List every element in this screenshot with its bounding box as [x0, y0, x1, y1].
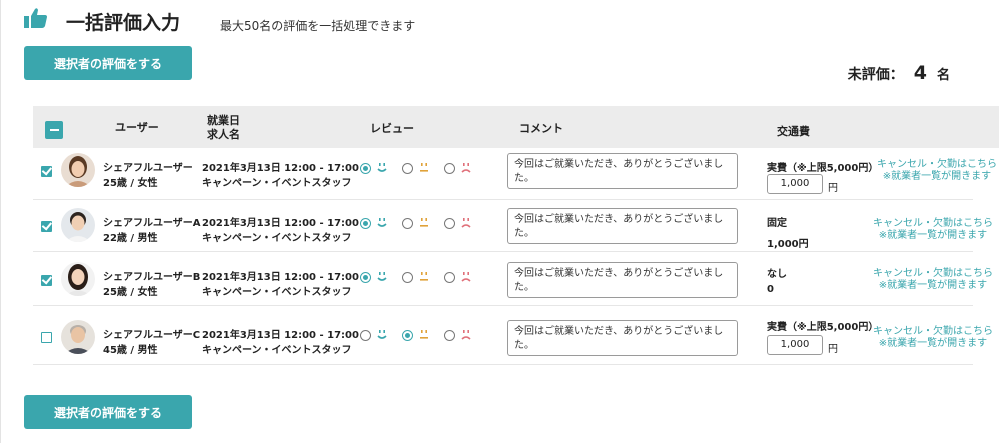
- review-bad-radio[interactable]: [444, 330, 455, 341]
- table-row: シェアフルユーザー 25歳 / 女性 2021年3月13日 12:00 - 17…: [33, 153, 997, 205]
- cancel-absence-link[interactable]: キャンセル・欠勤はこちら ※就業者一覧が開きます: [873, 218, 993, 242]
- comment-input[interactable]: 今回はご就業いただき、ありがとうございました。: [507, 153, 738, 189]
- user-info: 22歳 / 男性: [103, 233, 158, 244]
- good-face-icon: [377, 163, 387, 172]
- avatar: [61, 208, 95, 242]
- row-checkbox[interactable]: [41, 166, 52, 177]
- column-fare: 交通費: [777, 125, 810, 138]
- review-normal-radio[interactable]: [402, 330, 413, 341]
- user-name: シェアフルユーザーA: [103, 218, 201, 229]
- avatar: [61, 320, 95, 354]
- unrated-unit: 名: [936, 68, 950, 83]
- review-good-radio[interactable]: [360, 163, 371, 174]
- cancel-link-note: ※就業者一覧が開きます: [878, 338, 988, 349]
- fare-amount-input[interactable]: 1,000: [767, 174, 823, 194]
- cancel-link-note: ※就業者一覧が開きます: [882, 171, 992, 182]
- job-title: キャンペーン・イベントスタッフ: [202, 345, 352, 356]
- column-date: 就業日: [207, 114, 240, 127]
- review-bad-radio[interactable]: [444, 218, 455, 229]
- review-good-radio[interactable]: [360, 272, 371, 283]
- left-border: [0, 0, 1, 443]
- page-title: 一括評価入力: [66, 12, 181, 34]
- review-normal-radio[interactable]: [402, 163, 413, 174]
- cancel-link-note: ※就業者一覧が開きます: [878, 230, 988, 241]
- row-checkbox[interactable]: [41, 332, 52, 343]
- table-row: シェアフルユーザーB 25歳 / 女性 2021年3月13日 12:00 - 1…: [33, 262, 993, 314]
- fare-unit: 円: [828, 183, 838, 194]
- cancel-absence-link[interactable]: キャンセル・欠勤はこちら ※就業者一覧が開きます: [877, 159, 997, 183]
- user-info: 45歳 / 男性: [103, 345, 158, 356]
- evaluate-selected-button-top[interactable]: 選択者の評価をする: [24, 46, 192, 80]
- column-review: レビュー: [370, 122, 414, 135]
- avatar: [61, 262, 95, 296]
- page-subtitle: 最大50名の評価を一括処理できます: [220, 19, 416, 33]
- column-user: ユーザー: [115, 121, 159, 134]
- cancel-link-label: キャンセル・欠勤はこちら: [873, 268, 993, 279]
- fare-type: 固定: [767, 218, 787, 229]
- job-title: キャンペーン・イベントスタッフ: [202, 287, 352, 298]
- column-comment: コメント: [519, 122, 563, 135]
- comment-input[interactable]: 今回はご就業いただき、ありがとうございました。: [507, 320, 738, 356]
- select-all-checkbox[interactable]: [45, 121, 63, 139]
- bad-face-icon: [461, 163, 471, 173]
- row-divider: [33, 251, 973, 252]
- table-row: シェアフルユーザーA 22歳 / 男性 2021年3月13日 12:00 - 1…: [33, 208, 993, 260]
- fare-unit: 円: [828, 344, 838, 355]
- normal-face-icon: [420, 272, 428, 281]
- thumbs-up-icon: [24, 8, 47, 28]
- table-header: ユーザー 就業日 求人名 レビュー コメント 交通費: [33, 106, 999, 148]
- normal-face-icon: [420, 218, 428, 227]
- avatar: [61, 153, 95, 187]
- cancel-absence-link[interactable]: キャンセル・欠勤はこちら ※就業者一覧が開きます: [873, 268, 993, 292]
- good-face-icon: [377, 330, 387, 339]
- row-divider: [33, 199, 973, 200]
- column-job: 求人名: [207, 128, 240, 141]
- user-name: シェアフルユーザーC: [103, 330, 201, 341]
- user-info: 25歳 / 女性: [103, 178, 158, 189]
- fare-amount: 1,000円: [767, 239, 809, 250]
- review-bad-radio[interactable]: [444, 163, 455, 174]
- row-checkbox[interactable]: [41, 221, 52, 232]
- work-date: 2021年3月13日 12:00 - 17:00: [202, 163, 359, 174]
- review-bad-radio[interactable]: [444, 272, 455, 283]
- work-date: 2021年3月13日 12:00 - 17:00: [202, 272, 359, 283]
- bad-face-icon: [461, 218, 471, 228]
- normal-face-icon: [420, 163, 428, 172]
- user-name: シェアフルユーザー: [103, 163, 193, 174]
- unrated-count: 4: [913, 62, 927, 84]
- normal-face-icon: [420, 330, 428, 339]
- evaluate-selected-button-bottom[interactable]: 選択者の評価をする: [24, 395, 192, 429]
- good-face-icon: [377, 272, 387, 281]
- bad-face-icon: [461, 330, 471, 340]
- review-normal-radio[interactable]: [402, 272, 413, 283]
- review-good-radio[interactable]: [360, 218, 371, 229]
- row-divider: [33, 305, 973, 306]
- fare-amount: 0: [767, 284, 774, 295]
- comment-input[interactable]: 今回はご就業いただき、ありがとうございました。: [507, 262, 738, 298]
- review-normal-radio[interactable]: [402, 218, 413, 229]
- cancel-absence-link[interactable]: キャンセル・欠勤はこちら ※就業者一覧が開きます: [873, 326, 993, 350]
- bad-face-icon: [461, 272, 471, 282]
- comment-input[interactable]: 今回はご就業いただき、ありがとうございました。: [507, 208, 738, 244]
- cancel-link-label: キャンセル・欠勤はこちら: [873, 218, 993, 229]
- work-date: 2021年3月13日 12:00 - 17:00: [202, 218, 359, 229]
- cancel-link-note: ※就業者一覧が開きます: [878, 280, 988, 291]
- unrated-summary: 未評価： 4 名: [848, 62, 950, 84]
- fare-type: なし: [767, 269, 787, 280]
- row-divider: [33, 364, 973, 365]
- user-info: 25歳 / 女性: [103, 287, 158, 298]
- row-checkbox[interactable]: [41, 275, 52, 286]
- unrated-label: 未評価：: [847, 67, 904, 83]
- fare-type: 実費（※上限5,000円）: [767, 322, 879, 333]
- user-name: シェアフルユーザーB: [103, 272, 201, 283]
- review-good-radio[interactable]: [360, 330, 371, 341]
- good-face-icon: [377, 218, 387, 227]
- cancel-link-label: キャンセル・欠勤はこちら: [873, 326, 993, 337]
- work-date: 2021年3月13日 12:00 - 17:00: [202, 330, 359, 341]
- fare-amount-input[interactable]: 1,000: [767, 335, 823, 355]
- cancel-link-label: キャンセル・欠勤はこちら: [877, 159, 997, 170]
- job-title: キャンペーン・イベントスタッフ: [202, 233, 352, 244]
- fare-type: 実費（※上限5,000円）: [767, 163, 879, 174]
- job-title: キャンペーン・イベントスタッフ: [202, 178, 352, 189]
